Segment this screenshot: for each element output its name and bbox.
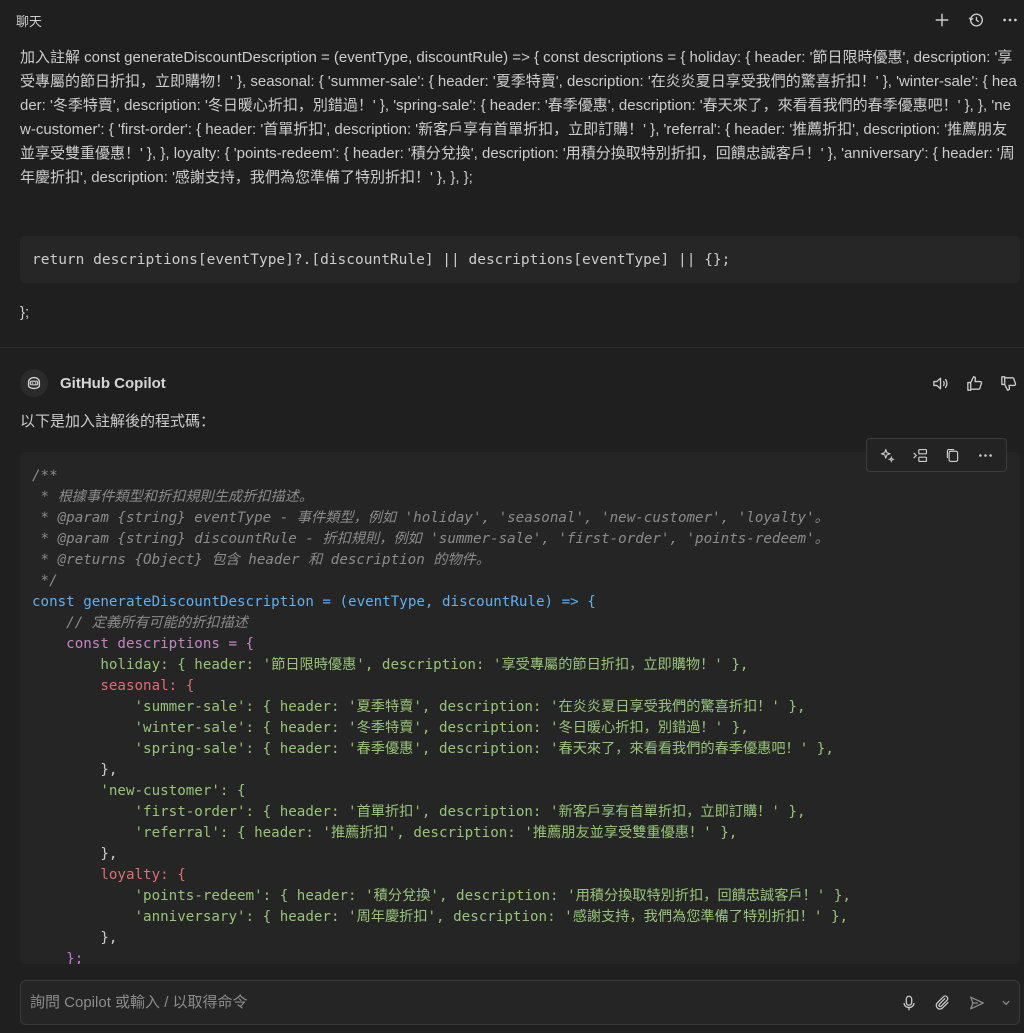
response-intro: 以下是加入註解後的程式碼：	[20, 413, 216, 430]
code-content: /** * 根據事件類型和折扣規則生成折扣描述。 * @param {strin…	[32, 466, 851, 964]
response-author: GitHub Copilot	[20, 369, 166, 397]
code-line: const descriptions = {	[32, 636, 255, 652]
send-icon[interactable]	[967, 993, 987, 1013]
plus-icon[interactable]	[932, 10, 952, 30]
input-actions	[899, 993, 1011, 1013]
code-line: };	[32, 951, 84, 964]
more-icon[interactable]	[976, 445, 996, 465]
author-name: GitHub Copilot	[60, 374, 166, 392]
panel-title: 聊天	[16, 14, 43, 30]
code-line: 'anniversary': { header: '周年慶折扣', descri…	[32, 909, 849, 925]
speaker-icon[interactable]	[930, 373, 950, 393]
thumbs-up-icon[interactable]	[964, 373, 984, 393]
thumbs-down-icon[interactable]	[998, 373, 1018, 393]
code-line: * @param {string} discountRule - 折扣規則，例如…	[32, 531, 829, 547]
code-line: * @param {string} eventType - 事件類型，例如 'h…	[32, 510, 829, 526]
code-line: loyalty: {	[32, 867, 186, 883]
code-line: holiday: { header: '節日限時優惠', description…	[32, 657, 749, 673]
chevron-down-icon[interactable]	[1001, 993, 1011, 1013]
sparkle-icon[interactable]	[877, 445, 897, 465]
code-line: * @returns {Object} 包含 header 和 descript…	[32, 552, 491, 568]
code-line: 'first-order': { header: '首單折扣', descrip…	[32, 804, 806, 820]
code-line: 'new-customer': {	[32, 783, 246, 799]
more-icon[interactable]	[1000, 10, 1020, 30]
code-line: const generateDiscountDescription = (eve…	[32, 594, 596, 610]
microphone-icon[interactable]	[899, 993, 919, 1013]
code-line: },	[32, 846, 118, 862]
code-line: 'referral': { header: '推薦折扣', descriptio…	[32, 825, 738, 841]
chat-input-bar	[20, 980, 1020, 1025]
copilot-icon	[27, 376, 41, 390]
code-block-toolbar	[866, 438, 1007, 472]
message-divider	[0, 347, 1024, 348]
header-actions	[932, 10, 1024, 30]
insert-icon[interactable]	[910, 445, 930, 465]
copilot-avatar	[20, 369, 48, 397]
code-line: */	[32, 573, 58, 589]
code-line: // 定義所有可能的折扣描述	[32, 615, 248, 631]
code-line: seasonal: {	[32, 678, 195, 694]
copy-icon[interactable]	[943, 445, 963, 465]
history-icon[interactable]	[966, 10, 986, 30]
chat-header: 聊天	[0, 0, 1024, 40]
user-message-text: 加入註解 const generateDiscountDescription =…	[20, 49, 1017, 186]
response-code-block: /** * 根據事件類型和折扣規則生成折扣描述。 * @param {strin…	[20, 452, 1020, 964]
code-line: * 根據事件類型和折扣規則生成折扣描述。	[32, 489, 314, 505]
code-line: 'summer-sale': { header: '夏季特賣', descrip…	[32, 699, 806, 715]
code-line: 'spring-sale': { header: '春季優惠', descrip…	[32, 741, 834, 757]
response-actions	[930, 373, 1020, 393]
user-code-line: return descriptions[eventType]?.[discoun…	[32, 251, 731, 268]
code-line: },	[32, 930, 118, 946]
user-message-closing: };	[20, 304, 30, 321]
code-line: 'points-redeem': { header: '積分兌換', descr…	[32, 888, 851, 904]
code-line: /**	[32, 468, 58, 484]
code-line: },	[32, 762, 118, 778]
attach-icon[interactable]	[933, 993, 953, 1013]
user-code-block: return descriptions[eventType]?.[discoun…	[20, 236, 1020, 283]
code-line: 'winter-sale': { header: '冬季特賣', descrip…	[32, 720, 749, 736]
chat-input[interactable]	[30, 994, 830, 1011]
response-header: GitHub Copilot	[20, 369, 1020, 397]
